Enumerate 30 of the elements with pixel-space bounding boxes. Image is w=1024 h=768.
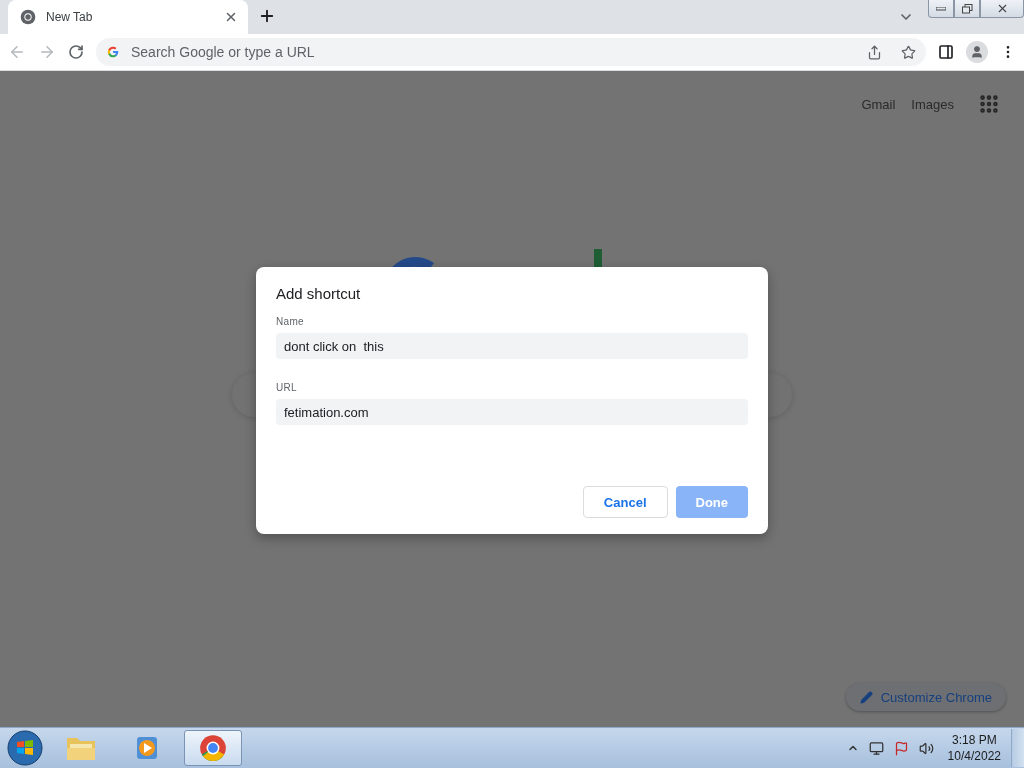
side-panel-icon[interactable] xyxy=(938,44,954,60)
profile-icon[interactable] xyxy=(966,41,988,63)
top-link[interactable]: Gmail xyxy=(861,96,896,112)
google-icon xyxy=(106,45,120,59)
media-player-icon xyxy=(134,735,160,761)
address-bar[interactable]: Search Google or type a URL xyxy=(96,38,926,66)
top-link[interactable]: Images xyxy=(911,96,954,112)
reload-icon[interactable] xyxy=(68,44,84,60)
taskbar-app[interactable] xyxy=(184,730,242,766)
star-icon[interactable] xyxy=(901,44,916,60)
restore-icon[interactable] xyxy=(954,0,980,18)
share-icon[interactable] xyxy=(867,44,882,60)
cancel-button[interactable]: Cancel xyxy=(582,486,668,518)
input-field[interactable]: dont click on this xyxy=(276,333,748,359)
pencil-icon xyxy=(859,690,873,704)
new-tab-icon[interactable] xyxy=(258,7,276,25)
close-icon[interactable] xyxy=(224,10,238,24)
browser-tab[interactable]: New Tab xyxy=(8,0,248,34)
start-button[interactable] xyxy=(6,729,44,767)
chrome-icon xyxy=(199,734,227,762)
network-icon[interactable] xyxy=(868,740,884,756)
input-field[interactable]: fetimation.com xyxy=(276,399,748,425)
apps-grid-icon[interactable] xyxy=(978,93,1000,115)
chrome-icon xyxy=(20,9,36,25)
dialog-title: Add shortcut xyxy=(276,285,362,302)
field-label: Name xyxy=(276,316,305,327)
clock[interactable]: 3:18 PM 10/4/2022 xyxy=(947,732,1001,764)
speaker-icon[interactable] xyxy=(918,740,934,756)
flag-icon[interactable] xyxy=(893,740,909,756)
field-label: URL xyxy=(276,382,298,393)
